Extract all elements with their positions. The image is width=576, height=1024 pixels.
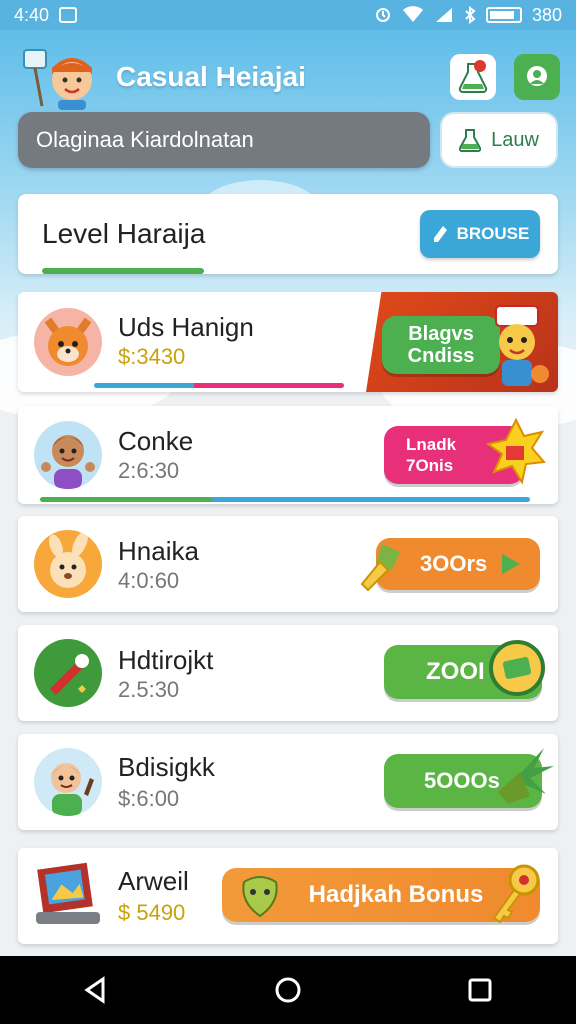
item-name: Arweil	[118, 866, 189, 896]
browse-label: BROUSE	[456, 224, 530, 243]
promo-cta-line1: Lnadk	[406, 435, 457, 454]
list-item[interactable]: Hnaika 4:0:60 3OOrs	[18, 516, 558, 612]
fox-avatar-icon	[34, 308, 102, 376]
status-bar: 4:40 380	[0, 0, 576, 30]
mascot-avatar-icon[interactable]	[20, 44, 100, 110]
signal-icon	[435, 8, 452, 22]
browse-button[interactable]: BROUSE	[420, 210, 540, 258]
gallery-frame-icon	[34, 860, 102, 928]
mascot-character-icon	[495, 305, 549, 386]
golden-key-icon	[492, 864, 540, 924]
item-name: Hdtirojkt	[118, 645, 214, 675]
reward-label: 3OOrs	[420, 551, 488, 576]
bonus-label: Hadjkah Bonus	[308, 881, 484, 908]
item-value: 4:0:60	[118, 568, 180, 593]
item-name: Bdisigkk	[118, 752, 215, 782]
bunny-avatar-icon	[34, 530, 102, 598]
item-value: $:6:00	[118, 786, 180, 811]
kid-avatar-icon	[34, 748, 102, 816]
wifi-icon	[402, 6, 423, 22]
paintbrush-avatar-icon	[34, 639, 102, 707]
item-name: Uds Hanign	[118, 312, 254, 342]
level-progress-bar	[42, 268, 205, 274]
lab-button[interactable]	[450, 54, 496, 100]
status-time: 4:40	[14, 4, 50, 25]
list-item[interactable]: Hdtirojkt 2.5:30 ZOOI	[18, 625, 558, 721]
login-button[interactable]: Lauw	[440, 112, 558, 168]
pencil-icon	[433, 226, 447, 242]
list-item[interactable]: Conke 2:6:30 Lnadk 7Onis	[18, 406, 558, 504]
app-title: Casual Heiajai	[116, 61, 306, 92]
boy-avatar-icon	[34, 421, 102, 489]
user-badge-icon	[527, 66, 547, 86]
palm-leaf-icon	[498, 748, 554, 804]
battery-icon	[485, 7, 522, 23]
list-item[interactable]: Arweil $ 5490 Hadjkah Bonus	[18, 848, 558, 944]
item-value: 2:6:30	[118, 458, 180, 483]
list-item[interactable]: Bdisigkk $:6:00 5OOOs	[18, 734, 558, 830]
search-input[interactable]: Olaginaa Kiardolnatan	[18, 112, 430, 168]
system-navigation-bar	[0, 956, 576, 1024]
reward-label: ZOOI	[426, 658, 485, 685]
level-title: Level Haraija	[42, 218, 206, 249]
login-label: Lauw	[491, 128, 539, 151]
starburst-badge-icon	[486, 418, 546, 485]
item-progress-bar	[94, 383, 344, 388]
home-icon[interactable]	[273, 975, 303, 1005]
play-arrow-icon	[502, 554, 520, 574]
item-value: $:3430	[118, 344, 186, 369]
alarm-icon	[375, 8, 390, 22]
profile-button[interactable]	[514, 54, 560, 100]
recents-icon[interactable]	[465, 975, 495, 1005]
promo-cta-line1: Blagvs	[408, 323, 474, 345]
trophy-icon	[360, 544, 400, 592]
notification-icon	[59, 7, 78, 23]
promo-banner[interactable]: Blagvs Cndiss	[366, 292, 558, 392]
app-bar: Casual Heiajai	[20, 44, 560, 110]
mask-icon	[242, 876, 278, 918]
flask-icon	[459, 129, 482, 152]
promo-cta-line2: 7Onis	[406, 456, 454, 475]
bluetooth-icon	[465, 6, 476, 24]
level-card: Level Haraija BROUSE	[18, 194, 558, 274]
item-value: $ 5490	[118, 900, 186, 925]
promo-cta-line2: Cndiss	[407, 345, 475, 367]
flask-icon	[458, 60, 488, 93]
list-item[interactable]: Uds Hanign $:3430 Blagvs Cndiss	[18, 292, 558, 392]
item-name: Conke	[118, 426, 194, 456]
coin-badge-icon	[489, 640, 545, 696]
search-row: Olaginaa Kiardolnatan Lauw	[18, 112, 558, 168]
item-name: Hnaika	[118, 536, 199, 566]
item-progress-bar	[40, 497, 530, 502]
back-icon[interactable]	[81, 975, 111, 1005]
status-battery-level: 380	[531, 4, 562, 25]
item-value: 2.5:30	[118, 677, 180, 702]
